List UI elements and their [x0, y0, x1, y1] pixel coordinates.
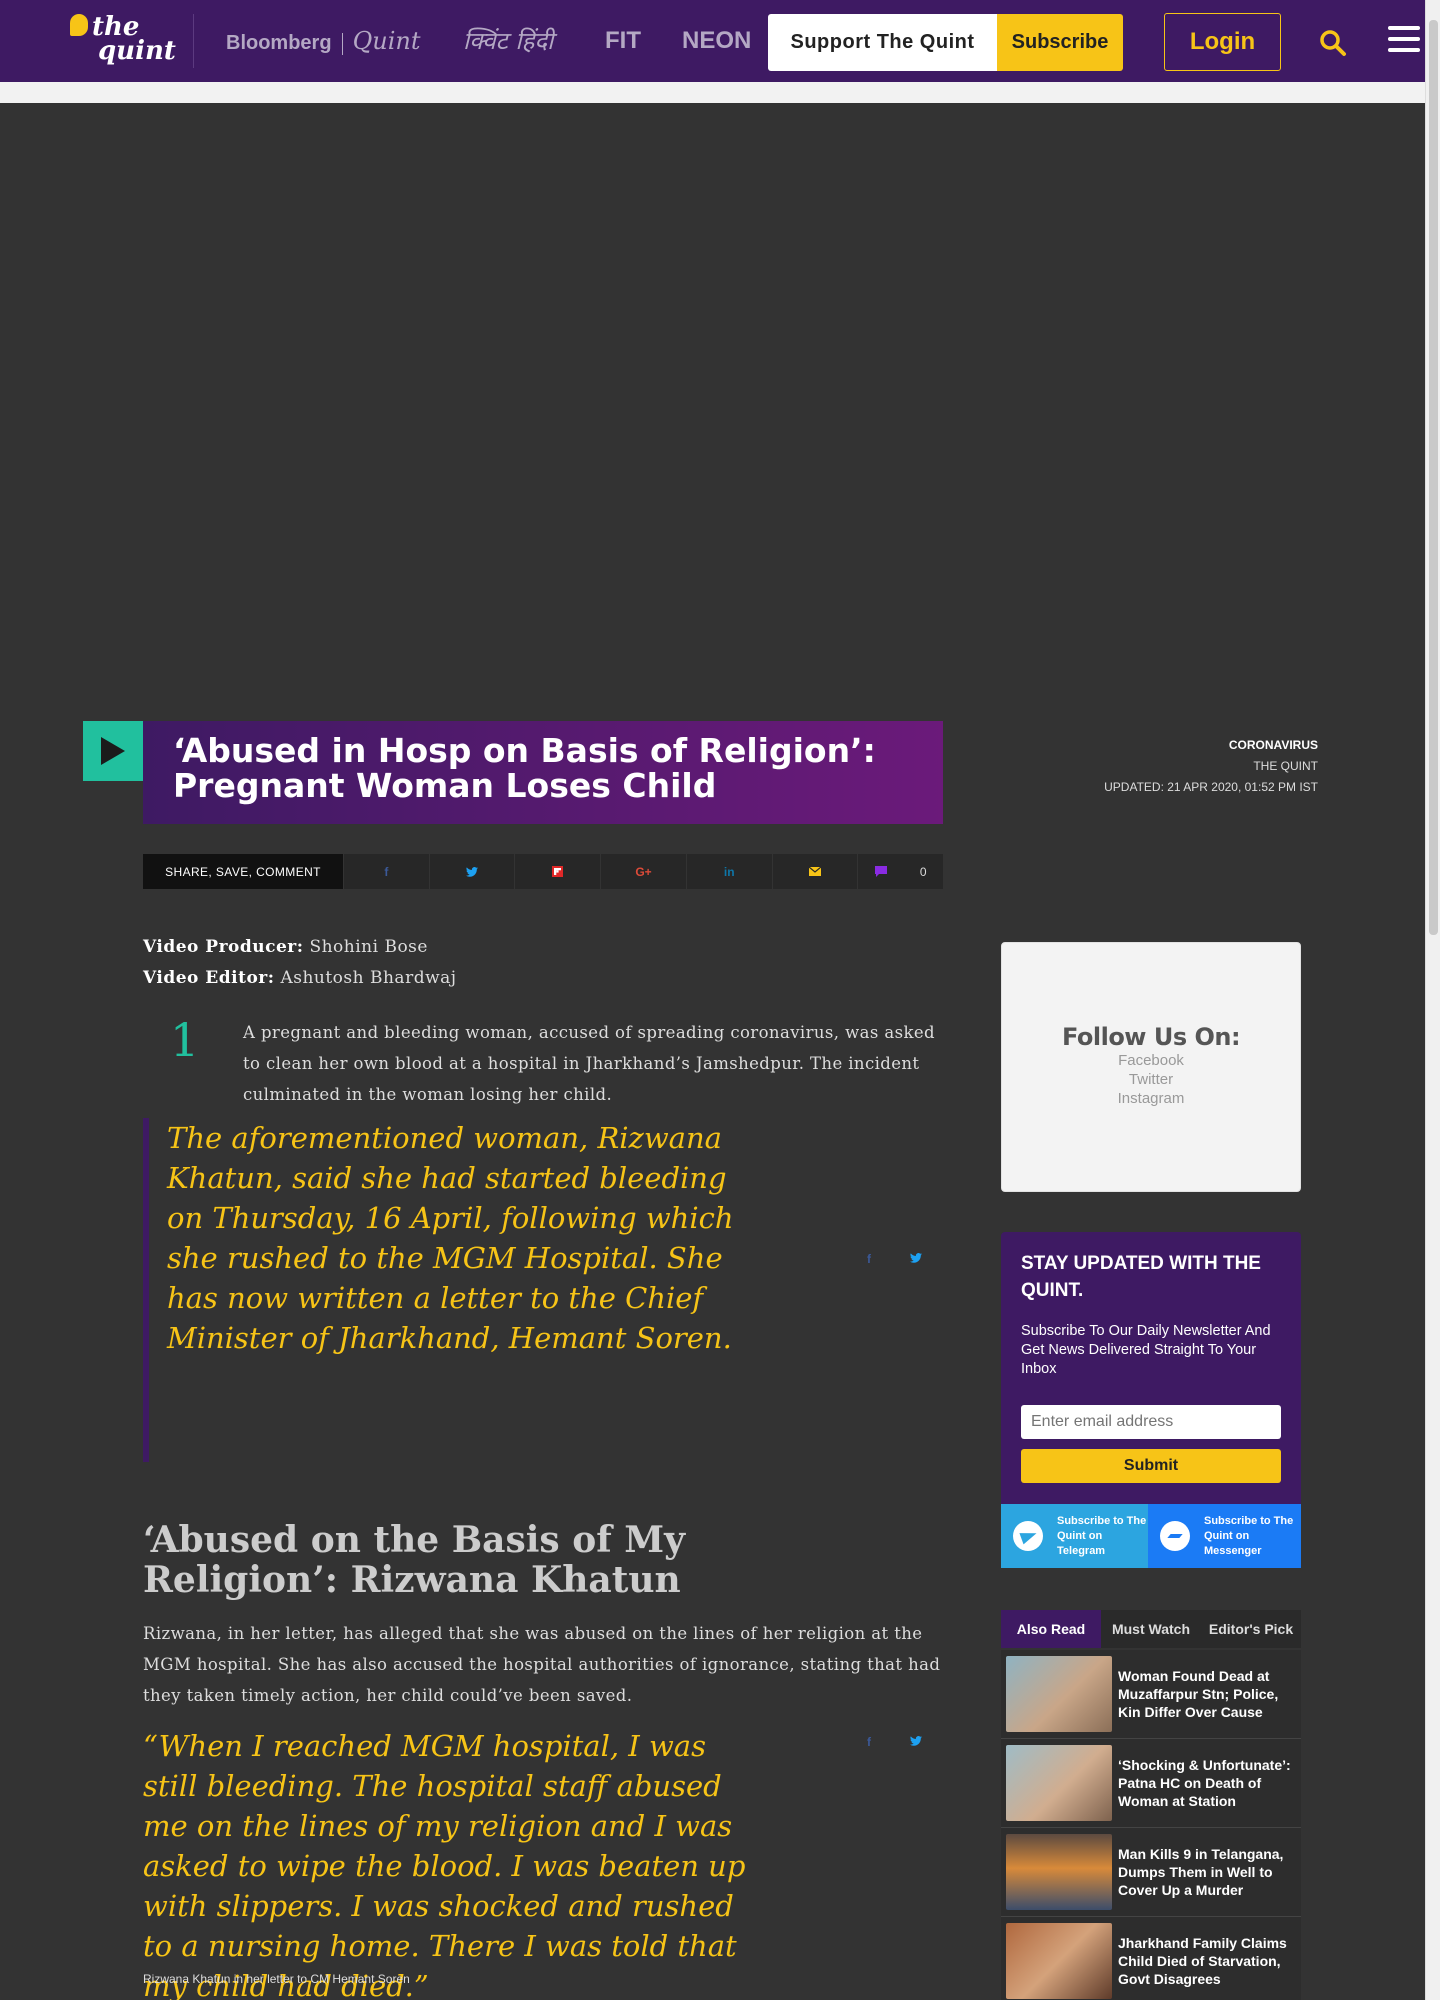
credit-role: Video Producer: — [143, 937, 304, 957]
credit-editor: Video Editor: Ashutosh Bhardwaj — [143, 963, 457, 994]
article-meta: CORONAVIRUS THE QUINT UPDATED: 21 APR 20… — [1104, 735, 1318, 798]
newsletter-email-input[interactable] — [1021, 1405, 1281, 1439]
article-subheading: ‘Abused on the Basis of My Religion’: Ri… — [143, 1519, 685, 1601]
telegram-subscribe-button[interactable]: Subscribe to The Quint on Telegram — [1001, 1504, 1148, 1568]
bloomberg-text: Bloomberg — [226, 32, 332, 54]
play-video-icon[interactable] — [83, 721, 143, 781]
page-scrollbar[interactable] — [1425, 0, 1440, 2000]
share-label: SHARE, SAVE, COMMENT — [143, 854, 343, 889]
list-item[interactable]: Man Kills 9 in Telangana, Dumps Them in … — [1001, 1828, 1301, 1917]
telegram-icon — [1013, 1521, 1043, 1551]
brand-separator — [341, 32, 343, 55]
article-category[interactable]: CORONAVIRUS — [1104, 735, 1318, 756]
logo-text-quint: quint — [98, 36, 176, 66]
quint-logo[interactable]: the quint — [68, 12, 176, 68]
article-source: THE QUINT — [1253, 759, 1318, 773]
quote-twitter-icon[interactable] — [910, 1252, 922, 1266]
quote-caption: Rizwana Khatun in her letter to CM Heman… — [143, 1972, 410, 1986]
fit-link[interactable]: FIT — [605, 26, 641, 56]
article-title-bar: ‘Abused in Hosp on Basis of Religion’: P… — [143, 721, 943, 824]
tab-editors-pick[interactable]: Editor's Pick — [1201, 1610, 1301, 1648]
comment-icon — [874, 866, 887, 877]
messenger-subscribe-button[interactable]: Subscribe to The Quint on Messenger — [1148, 1504, 1301, 1568]
support-button[interactable]: Support The Quint — [768, 14, 997, 71]
article-paragraph: Rizwana, in her letter, has alleged that… — [143, 1624, 941, 1705]
article-thumbnail — [1006, 1745, 1112, 1821]
share-facebook-icon[interactable]: f — [343, 854, 429, 889]
quint-hindi-link[interactable]: क्विंट हिंदी — [463, 26, 553, 56]
tab-also-read[interactable]: Also Read — [1001, 1610, 1101, 1648]
scrollbar-thumb[interactable] — [1429, 20, 1438, 935]
pull-quote: “When I reached MGM hospital, I was stil… — [143, 1729, 746, 2000]
list-item-title: ‘Shocking & Unfortunate’: Patna HC on De… — [1118, 1757, 1291, 1809]
article-title: ‘Abused in Hosp on Basis of Religion’: P… — [173, 731, 876, 805]
share-twitter-icon[interactable] — [428, 854, 515, 889]
quint-text: Quint — [352, 27, 421, 55]
search-icon[interactable] — [1318, 28, 1348, 58]
share-google-plus-icon[interactable]: G+ — [600, 854, 686, 889]
share-flipboard-icon[interactable] — [514, 854, 600, 889]
comment-count: 0 — [919, 864, 927, 879]
dropcap-number: 1 — [170, 1013, 200, 1067]
quote-bar — [143, 1118, 149, 1462]
follow-us-box: Follow Us On: Facebook Twitter Instagram — [1001, 942, 1301, 1192]
quote-facebook-icon[interactable]: f — [867, 1735, 871, 1749]
messenger-subscribe-label: Subscribe to The Quint on Messenger — [1204, 1514, 1294, 1557]
quint-logo-mark — [70, 14, 88, 36]
quote-twitter-icon[interactable] — [910, 1735, 922, 1749]
header-subbar — [0, 82, 1425, 103]
tab-must-watch[interactable]: Must Watch — [1101, 1610, 1201, 1648]
list-item-title: Jharkhand Family Claims Child Died of St… — [1118, 1935, 1287, 1987]
article-thumbnail — [1006, 1656, 1112, 1732]
credit-name: Ashutosh Bhardwaj — [280, 968, 457, 988]
follow-link-facebook[interactable]: Facebook — [1002, 1051, 1300, 1070]
credit-producer: Video Producer: Shohini Bose — [143, 932, 457, 963]
neon-link[interactable]: NEON — [682, 26, 751, 56]
list-item[interactable]: Woman Found Dead at Muzaffarpur Stn; Pol… — [1001, 1650, 1301, 1739]
also-read-list: Woman Found Dead at Muzaffarpur Stn; Pol… — [1001, 1650, 1301, 2000]
header-divider — [193, 14, 194, 68]
sidebar-tabs: Also Read Must Watch Editor's Pick — [1001, 1610, 1301, 1648]
newsletter-title: STAY UPDATED WITH THE QUINT. — [1021, 1253, 1261, 1301]
site-header: the quint Bloomberg Quint क्विंट हिंदी FI… — [0, 0, 1425, 82]
credit-name: Shohini Bose — [309, 937, 428, 957]
list-item[interactable]: Jharkhand Family Claims Child Died of St… — [1001, 1917, 1301, 2000]
follow-link-instagram[interactable]: Instagram — [1002, 1089, 1300, 1108]
comment-button[interactable]: 0 — [857, 854, 943, 889]
pull-quote: The aforementioned woman, Rizwana Khatun… — [167, 1121, 734, 1355]
share-bar: SHARE, SAVE, COMMENT f G+ in 0 — [143, 854, 943, 889]
credit-role: Video Editor: — [143, 968, 275, 988]
video-credits: Video Producer: Shohini Bose Video Edito… — [143, 932, 457, 994]
article-thumbnail — [1006, 1834, 1112, 1910]
follow-link-twitter[interactable]: Twitter — [1002, 1070, 1300, 1089]
video-player[interactable] — [0, 103, 1425, 823]
article-thumbnail — [1006, 1923, 1112, 1999]
subscribe-button[interactable]: Subscribe — [997, 14, 1123, 71]
telegram-subscribe-label: Subscribe to The Quint on Telegram — [1057, 1514, 1147, 1557]
messenger-icon — [1160, 1521, 1190, 1551]
hamburger-menu-icon[interactable] — [1388, 26, 1420, 56]
list-item-title: Woman Found Dead at Muzaffarpur Stn; Pol… — [1118, 1668, 1279, 1720]
newsletter-description: Subscribe To Our Daily Newsletter And Ge… — [1021, 1323, 1271, 1377]
follow-title: Follow Us On: — [1061, 1023, 1241, 1051]
quote-facebook-icon[interactable]: f — [867, 1252, 871, 1266]
list-item-title: Man Kills 9 in Telangana, Dumps Them in … — [1118, 1846, 1284, 1898]
share-email-icon[interactable] — [771, 854, 858, 889]
article-updated: UPDATED: 21 APR 2020, 01:52 PM IST — [1104, 780, 1318, 794]
list-item[interactable]: ‘Shocking & Unfortunate’: Patna HC on De… — [1001, 1739, 1301, 1828]
newsletter-box: STAY UPDATED WITH THE QUINT. Subscribe T… — [1001, 1232, 1301, 1504]
newsletter-submit-button[interactable]: Submit — [1021, 1449, 1281, 1483]
bloomberg-quint-link[interactable]: Bloomberg Quint — [226, 26, 420, 58]
article-paragraph: A pregnant and bleeding woman, accused o… — [243, 1023, 935, 1104]
login-button[interactable]: Login — [1164, 13, 1281, 71]
share-linkedin-icon[interactable]: in — [685, 854, 772, 889]
